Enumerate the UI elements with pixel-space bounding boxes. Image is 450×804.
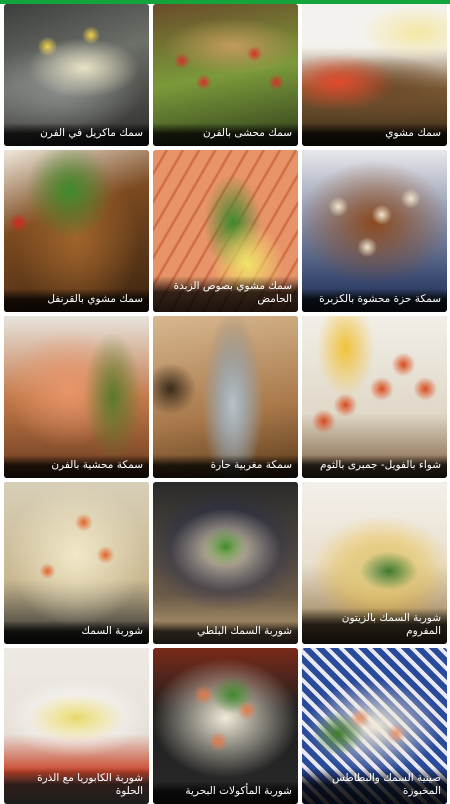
recipe-card[interactable]: شوربة الكابوريا مع الذرة الحلوة [4,648,149,804]
recipe-card[interactable]: شوربة المأكولات البحرية [153,648,298,804]
recipe-card[interactable]: سمك مشوي بصوص الزبدة الحامض [153,150,298,312]
recipe-grid: سمك ماكريل في الفرن سمك محشى بالفرن سمك … [0,4,450,804]
fish-soup-photo [4,482,149,644]
recipe-title: سمكة محشية بالفرن [4,455,149,478]
recipe-card[interactable]: سمك مشوي بالقرنفل [4,150,149,312]
garlic-shrimp-photo [302,316,447,478]
recipe-card[interactable]: شوربة السمك [4,482,149,644]
recipe-title: شوربة السمك [4,621,149,644]
fish-stew-photo [302,150,447,312]
clove-fish-photo [4,150,149,312]
recipe-card[interactable]: شوربة السمك بالزيتون المفروم [302,482,447,644]
recipe-title: سمكة حزة محشوة بالكزبرة [302,289,447,312]
recipe-title: سمك ماكريل في الفرن [4,123,149,146]
tilapia-soup-photo [153,482,298,644]
recipe-card[interactable]: سمك محشى بالفرن [153,4,298,146]
recipe-title: شوربة السمك بالزيتون المفروم [302,608,447,644]
recipe-title: صينية السمك والبطاطس المخبوزة [302,768,447,804]
recipe-title: شوربة السمك البلطي [153,621,298,644]
recipe-title: سمك مشوي بصوص الزبدة الحامض [153,276,298,312]
recipe-card[interactable]: سمك ماكريل في الفرن [4,4,149,146]
recipe-title: سمكة مغربية حارة [153,455,298,478]
moroccan-fish-photo [153,316,298,478]
recipe-card[interactable]: سمكة حزة محشوة بالكزبرة [302,150,447,312]
recipe-title: سمك مشوي [302,123,447,146]
recipe-card[interactable]: صينية السمك والبطاطس المخبوزة [302,648,447,804]
recipe-card[interactable]: سمك مشوي [302,4,447,146]
recipe-title: شوربة الكابوريا مع الذرة الحلوة [4,768,149,804]
recipe-card[interactable]: سمكة مغربية حارة [153,316,298,478]
recipe-title: شواء بالفويل- جمبرى بالثوم [302,455,447,478]
recipe-card[interactable]: شواء بالفويل- جمبرى بالثوم [302,316,447,478]
recipe-title: سمك مشوي بالقرنفل [4,289,149,312]
recipe-card[interactable]: سمكة محشية بالفرن [4,316,149,478]
recipe-card[interactable]: شوربة السمك البلطي [153,482,298,644]
stuffed-salmon-photo [4,316,149,478]
recipe-title: سمك محشى بالفرن [153,123,298,146]
recipe-title: شوربة المأكولات البحرية [153,781,298,804]
